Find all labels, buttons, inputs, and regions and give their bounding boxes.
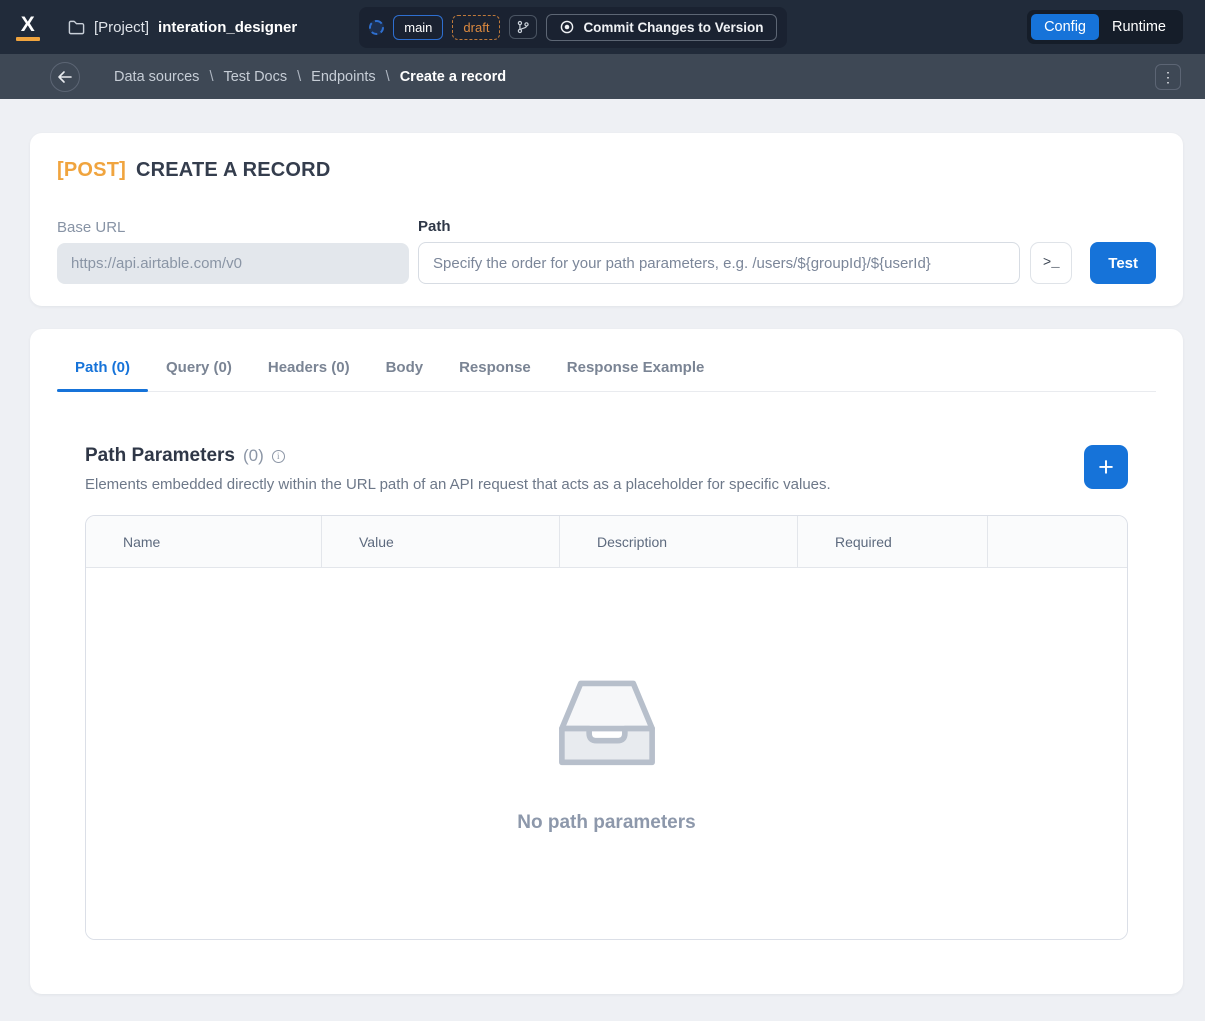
column-header-description: Description (560, 516, 798, 567)
table-header-row: Name Value Description Required (86, 516, 1127, 568)
logo-x-glyph: X (20, 12, 36, 36)
breadcrumb-item-data-sources[interactable]: Data sources (114, 69, 199, 85)
config-tab[interactable]: Config (1031, 14, 1099, 40)
parameter-count: (0) (242, 446, 264, 465)
runtime-tab[interactable]: Runtime (1099, 14, 1179, 40)
info-icon[interactable]: i (271, 449, 285, 463)
endpoint-name: CREATE A RECORD (135, 159, 331, 181)
tab-query[interactable]: Query (0) (148, 353, 250, 391)
path-input-row: >_ Test (418, 242, 1156, 284)
main-content: [POST] CREATE A RECORD Base URL Path >_ T… (0, 99, 1205, 1014)
section-description: Elements embedded directly within the UR… (85, 476, 831, 493)
path-field-group: Path >_ Test (418, 218, 1156, 284)
path-parameters-heading-block: Path Parameters (0) i Elements embedded … (85, 445, 831, 493)
back-arrow-icon (58, 70, 72, 83)
empty-state-text: No path parameters (517, 811, 696, 833)
tab-body[interactable]: Body (368, 353, 442, 391)
column-header-actions (988, 516, 1127, 567)
endpoint-card: [POST] CREATE A RECORD Base URL Path >_ T… (30, 133, 1183, 306)
topbar: X [Project] interation_designer main dra… (0, 0, 1205, 54)
branch-pill-draft[interactable]: draft (452, 14, 501, 40)
commit-button-label: Commit Changes to Version (583, 19, 764, 35)
project-name: interation_designer (158, 18, 298, 36)
sync-status-icon (369, 19, 385, 35)
xano-logo[interactable]: X (16, 14, 40, 41)
git-branch-button[interactable] (509, 15, 538, 39)
column-header-value: Value (322, 516, 560, 567)
commit-target-icon (561, 20, 574, 34)
mode-toggle: Config Runtime (1027, 10, 1183, 44)
column-header-name: Name (86, 516, 322, 567)
test-button[interactable]: Test (1090, 242, 1156, 284)
base-url-label: Base URL (57, 219, 126, 236)
breadcrumb-separator: \ (297, 68, 302, 85)
path-label: Path (418, 218, 451, 235)
parameters-card: Path (0) Query (0) Headers (0) Body Resp… (30, 329, 1183, 994)
parameters-table: Name Value Description Required No path … (85, 515, 1128, 940)
empty-inbox-icon (558, 680, 655, 765)
folder-icon (68, 20, 85, 34)
endpoint-url-form: Base URL Path >_ Test (57, 218, 1156, 284)
http-method-badge: [POST] (57, 159, 126, 181)
back-button[interactable] (50, 61, 80, 92)
section-title-row: Path Parameters (0) i (85, 445, 831, 467)
tab-response[interactable]: Response (441, 353, 549, 391)
tab-response-example[interactable]: Response Example (549, 353, 723, 391)
breadcrumb-bar: Data sources \ Test Docs \ Endpoints \ C… (0, 54, 1205, 99)
add-parameter-button[interactable]: + (1084, 445, 1128, 489)
page-title: [POST] CREATE A RECORD (57, 159, 1156, 182)
tab-path[interactable]: Path (0) (57, 353, 149, 392)
breadcrumb-separator: \ (209, 68, 214, 85)
path-input[interactable] (418, 242, 1021, 284)
breadcrumb-item-current: Create a record (399, 68, 507, 85)
branch-controls: main draft Commit Changes to Version (359, 6, 788, 48)
breadcrumb-separator: \ (385, 68, 390, 85)
terminal-button[interactable]: >_ (1030, 242, 1073, 284)
empty-state: No path parameters (86, 568, 1127, 939)
project-prefix: [Project] (94, 18, 150, 36)
logo-underline (16, 36, 40, 41)
tab-bar: Path (0) Query (0) Headers (0) Body Resp… (57, 329, 1156, 392)
breadcrumb-item-endpoints[interactable]: Endpoints (311, 69, 376, 85)
more-options-button[interactable]: ⋮ (1155, 63, 1181, 90)
project-title: [Project] interation_designer (68, 19, 297, 36)
git-branch-icon (518, 20, 530, 34)
base-url-field-group: Base URL (57, 219, 409, 284)
column-header-required: Required (798, 516, 988, 567)
base-url-input[interactable] (57, 243, 409, 284)
section-title: Path Parameters (85, 445, 235, 466)
commit-button[interactable]: Commit Changes to Version (546, 13, 778, 41)
path-parameters-header: Path Parameters (0) i Elements embedded … (85, 445, 1128, 493)
tab-headers[interactable]: Headers (0) (250, 353, 368, 391)
breadcrumb: Data sources \ Test Docs \ Endpoints \ C… (114, 69, 506, 85)
breadcrumb-item-test-docs[interactable]: Test Docs (223, 69, 287, 85)
branch-pill-main[interactable]: main (393, 14, 444, 40)
